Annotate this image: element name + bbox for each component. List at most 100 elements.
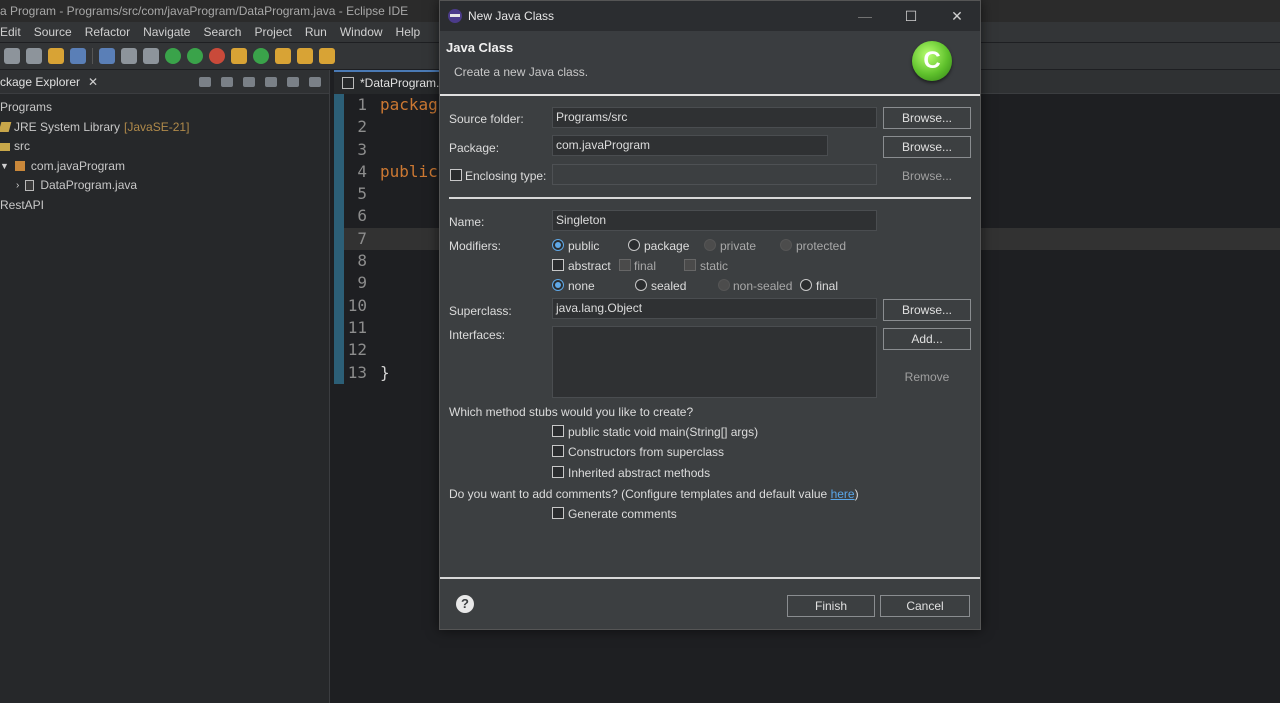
line-number: 8	[357, 251, 367, 271]
modifier-sealed-radio[interactable]	[635, 279, 647, 291]
open-task-icon[interactable]	[297, 48, 313, 64]
chevron-right-icon[interactable]: ›	[16, 176, 19, 196]
view-menu-icon[interactable]	[265, 76, 277, 87]
generate-comments-label: Generate comments	[568, 507, 677, 521]
menu-window[interactable]: Window	[340, 25, 383, 39]
undo-icon[interactable]	[48, 48, 64, 64]
collapse-all-icon[interactable]	[199, 76, 211, 87]
new-java-project-icon[interactable]	[231, 48, 247, 64]
package-explorer-tab[interactable]: ckage Explorer ✕	[0, 70, 329, 94]
remove-interface-button[interactable]: Remove	[883, 366, 971, 388]
stub-constructors-checkbox[interactable]	[552, 445, 564, 457]
new-icon[interactable]	[4, 48, 20, 64]
maximize-icon[interactable]	[309, 76, 321, 87]
minimize-icon[interactable]	[287, 76, 299, 87]
browse-package-button[interactable]: Browse...	[883, 136, 971, 158]
stub-main-checkbox[interactable]	[552, 425, 564, 437]
name-field[interactable]: Singleton	[552, 210, 877, 231]
stub-constructors-label: Constructors from superclass	[568, 445, 725, 459]
menu-refactor[interactable]: Refactor	[85, 25, 130, 39]
interfaces-list[interactable]	[552, 326, 877, 398]
menu-help[interactable]: Help	[396, 25, 421, 39]
package-icon	[14, 161, 25, 172]
change-gutter	[334, 94, 344, 384]
enclosing-type-field[interactable]	[552, 164, 877, 185]
library-icon	[0, 122, 12, 133]
tree-item-src[interactable]: src	[0, 137, 329, 157]
skip-breakpoints-icon[interactable]	[121, 48, 137, 64]
menu-search[interactable]: Search	[203, 25, 241, 39]
stub-inherited-checkbox[interactable]	[552, 466, 564, 478]
enclosing-type-label: Enclosing type:	[465, 169, 547, 183]
modifier-protected-radio[interactable]	[780, 239, 792, 251]
modifier-none-radio[interactable]	[552, 279, 564, 291]
section-separator	[449, 197, 971, 199]
modifier-final-checkbox[interactable]	[619, 259, 631, 271]
browse-enclosing-type-button[interactable]: Browse...	[883, 165, 971, 187]
finish-button[interactable]: Finish	[787, 595, 875, 617]
interfaces-label: Interfaces:	[449, 328, 506, 342]
line-text: public	[380, 161, 438, 181]
superclass-label: Superclass:	[449, 304, 512, 318]
tree-item-restapi[interactable]: RestAPI	[0, 196, 329, 216]
close-button[interactable]: ✕	[934, 8, 980, 25]
menu-project[interactable]: Project	[254, 25, 291, 39]
open-type-icon[interactable]	[275, 48, 291, 64]
generate-comments-checkbox[interactable]	[552, 507, 564, 519]
bottom-strip	[0, 703, 1280, 720]
modifier-sealed-label: sealed	[651, 279, 687, 293]
coverage-icon[interactable]	[187, 48, 203, 64]
modifier-public-radio[interactable]	[552, 239, 564, 251]
modifier-final-radio[interactable]	[800, 279, 812, 291]
chevron-down-icon[interactable]: ▼	[0, 157, 9, 177]
modifier-abstract-checkbox[interactable]	[552, 259, 564, 271]
menu-navigate[interactable]: Navigate	[143, 25, 190, 39]
line-number: 9	[357, 273, 367, 293]
menu-run[interactable]: Run	[305, 25, 327, 39]
modifier-protected-label: protected	[796, 239, 847, 253]
save-icon[interactable]	[26, 48, 42, 64]
tree-item-programs[interactable]: Programs	[0, 98, 329, 118]
tree-item-file[interactable]: › DataProgram.java	[0, 176, 329, 196]
new-package-icon[interactable]	[253, 48, 269, 64]
enclosing-type-checkbox[interactable]	[450, 169, 462, 181]
terminal-icon[interactable]	[99, 48, 115, 64]
modifier-non-sealed-radio[interactable]	[718, 279, 730, 291]
menu-edit[interactable]: Edit	[0, 25, 21, 39]
link-editor-icon[interactable]	[221, 76, 233, 87]
help-icon[interactable]: ?	[456, 595, 474, 613]
stub-inherited-label: Inherited abstract methods	[568, 466, 711, 480]
run-icon[interactable]	[165, 48, 181, 64]
tree-item-package[interactable]: ▼ com.javaProgram	[0, 157, 329, 177]
configure-templates-link[interactable]: here	[831, 487, 855, 501]
cancel-button[interactable]: Cancel	[880, 595, 970, 617]
browse-source-folder-button[interactable]: Browse...	[883, 107, 971, 129]
tree-item-label: DataProgram.java	[40, 178, 138, 192]
source-folder-field[interactable]: Programs/src	[552, 107, 877, 128]
browse-superclass-button[interactable]: Browse...	[883, 299, 971, 321]
line-number: 11	[347, 317, 367, 337]
redo-icon[interactable]	[70, 48, 86, 64]
modifier-final-label: final	[634, 259, 657, 273]
tree-item-jre[interactable]: JRE System Library [JavaSE-21]	[0, 118, 329, 138]
maximize-button[interactable]: ☐	[888, 8, 934, 25]
add-interface-button[interactable]: Add...	[883, 328, 971, 350]
package-field[interactable]: com.javaProgram	[552, 135, 828, 156]
search-icon[interactable]	[319, 48, 335, 64]
dialog-title: New Java Class	[468, 9, 555, 23]
line-number: 5	[357, 184, 367, 204]
modifier-package-radio[interactable]	[628, 239, 640, 251]
superclass-field[interactable]: java.lang.Object	[552, 298, 877, 319]
menu-source[interactable]: Source	[34, 25, 72, 39]
debug-icon[interactable]	[143, 48, 159, 64]
close-icon[interactable]: ✕	[88, 75, 98, 89]
modifier-static-label: static	[700, 259, 729, 273]
comments-question: Do you want to add comments? (Configure …	[449, 487, 859, 501]
minimize-button[interactable]: —	[842, 8, 888, 25]
modifier-static-checkbox[interactable]	[684, 259, 696, 271]
filters-icon[interactable]	[243, 76, 255, 87]
external-tools-icon[interactable]	[209, 48, 225, 64]
line-number: 10	[347, 295, 367, 315]
modifier-private-radio[interactable]	[704, 239, 716, 251]
dialog-titlebar[interactable]: New Java Class — ☐ ✕	[440, 1, 980, 31]
